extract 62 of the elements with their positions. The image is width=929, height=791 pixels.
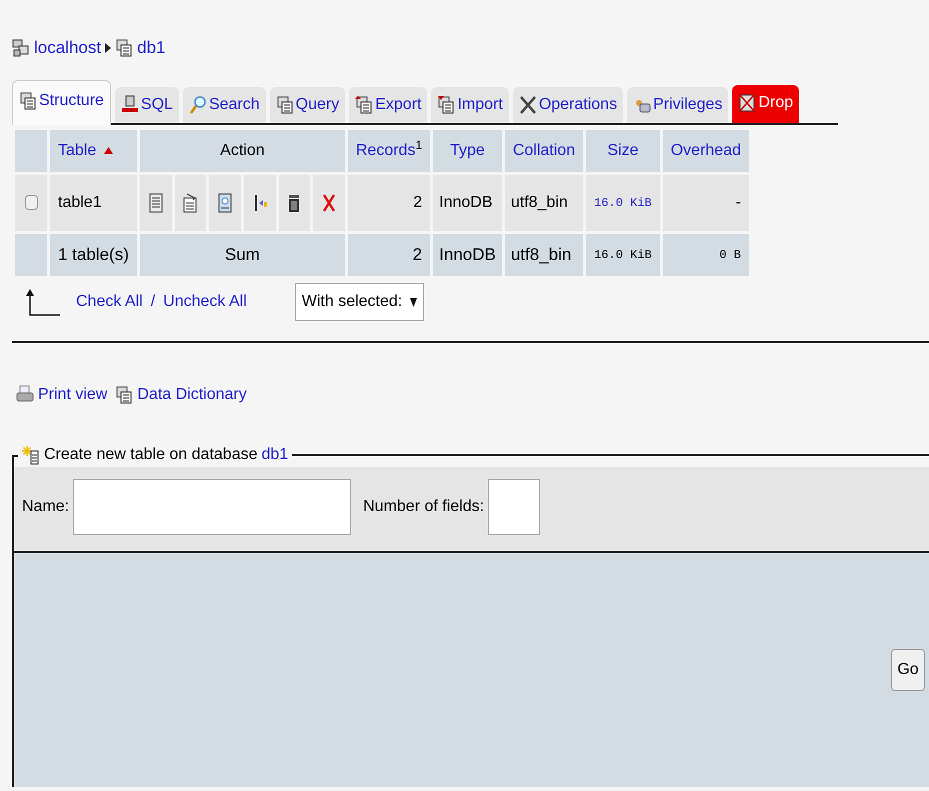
name-field[interactable] bbox=[73, 479, 352, 535]
import-icon bbox=[437, 95, 456, 115]
breadcrumb-link[interactable]: db1 bbox=[137, 35, 166, 61]
drop-icon bbox=[738, 93, 756, 113]
separator-icon bbox=[105, 43, 112, 53]
check-all-link[interactable]: Check All bbox=[76, 290, 143, 314]
new-table-icon bbox=[22, 445, 40, 465]
column-header[interactable]: Collation bbox=[504, 130, 584, 172]
table-cell: utf8_bin bbox=[504, 234, 584, 276]
tab[interactable]: SQL bbox=[114, 87, 179, 123]
table-cell: InnoDB bbox=[433, 175, 502, 231]
tab[interactable]: Structure bbox=[12, 80, 111, 125]
tab[interactable]: Search bbox=[182, 87, 266, 123]
table-cell: 0 B bbox=[662, 234, 749, 276]
query-icon bbox=[276, 95, 294, 115]
header-cell bbox=[15, 130, 47, 172]
with-selected-dropdown[interactable]: With selected: bbox=[294, 283, 424, 321]
database-icon bbox=[115, 38, 134, 58]
table-cell: 2 bbox=[348, 234, 430, 276]
tab[interactable]: Privileges bbox=[627, 87, 728, 123]
table-cell: Sum bbox=[140, 234, 345, 276]
table-cell: 1 table(s) bbox=[50, 234, 137, 276]
tab[interactable]: Query bbox=[270, 87, 346, 123]
corner-arrow-icon bbox=[24, 287, 60, 317]
column-header[interactable]: Records$^{1}$ bbox=[348, 130, 430, 172]
dropdown-arrow-icon bbox=[410, 298, 418, 306]
print-view-link[interactable]: Print view bbox=[38, 383, 108, 407]
tab[interactable]: Drop bbox=[732, 85, 800, 123]
database-link[interactable]: db1 bbox=[261, 443, 288, 467]
server-icon bbox=[12, 38, 30, 58]
data-dictionary-link[interactable]: Data Dictionary bbox=[137, 383, 247, 407]
column-header[interactable]: Type bbox=[433, 130, 502, 172]
dictionary-icon bbox=[115, 385, 134, 405]
go-button[interactable]: Go bbox=[891, 649, 925, 691]
column-header[interactable]: Size bbox=[586, 130, 660, 172]
table-cell: 16.0 KiB bbox=[586, 234, 660, 276]
panel-legend: Create new table on database bbox=[44, 443, 258, 467]
uncheck-all-link[interactable]: Uncheck All bbox=[163, 290, 247, 314]
column-header[interactable]: Table bbox=[50, 130, 137, 172]
structure-icon[interactable] bbox=[181, 193, 200, 213]
name-label: Name: bbox=[22, 497, 70, 517]
table-cell: InnoDB bbox=[433, 234, 502, 276]
row-checkbox[interactable] bbox=[24, 195, 38, 210]
fields-label: Number of fields: bbox=[363, 497, 484, 517]
sort-arrow-icon bbox=[104, 147, 114, 154]
export-icon bbox=[355, 95, 374, 115]
table-cell: utf8_bin bbox=[504, 175, 584, 231]
tab[interactable]: Export bbox=[349, 87, 428, 123]
tab[interactable]: Import bbox=[431, 87, 509, 123]
link-separator: / bbox=[150, 292, 156, 312]
column-header[interactable]: Overhead bbox=[662, 130, 749, 172]
tab[interactable]: Operations bbox=[512, 87, 624, 123]
table-cell: - bbox=[662, 175, 749, 231]
breadcrumb-link[interactable]: localhost bbox=[34, 35, 102, 61]
browse-icon[interactable] bbox=[146, 193, 165, 213]
column-header: Action bbox=[140, 130, 345, 172]
structure-icon bbox=[19, 91, 37, 111]
table-cell: 2 bbox=[348, 175, 430, 231]
table-cell: table1 bbox=[50, 175, 137, 231]
fields-field[interactable] bbox=[488, 479, 540, 535]
table-cell: 16.0 KiB bbox=[586, 175, 660, 231]
table-cell bbox=[15, 234, 47, 276]
